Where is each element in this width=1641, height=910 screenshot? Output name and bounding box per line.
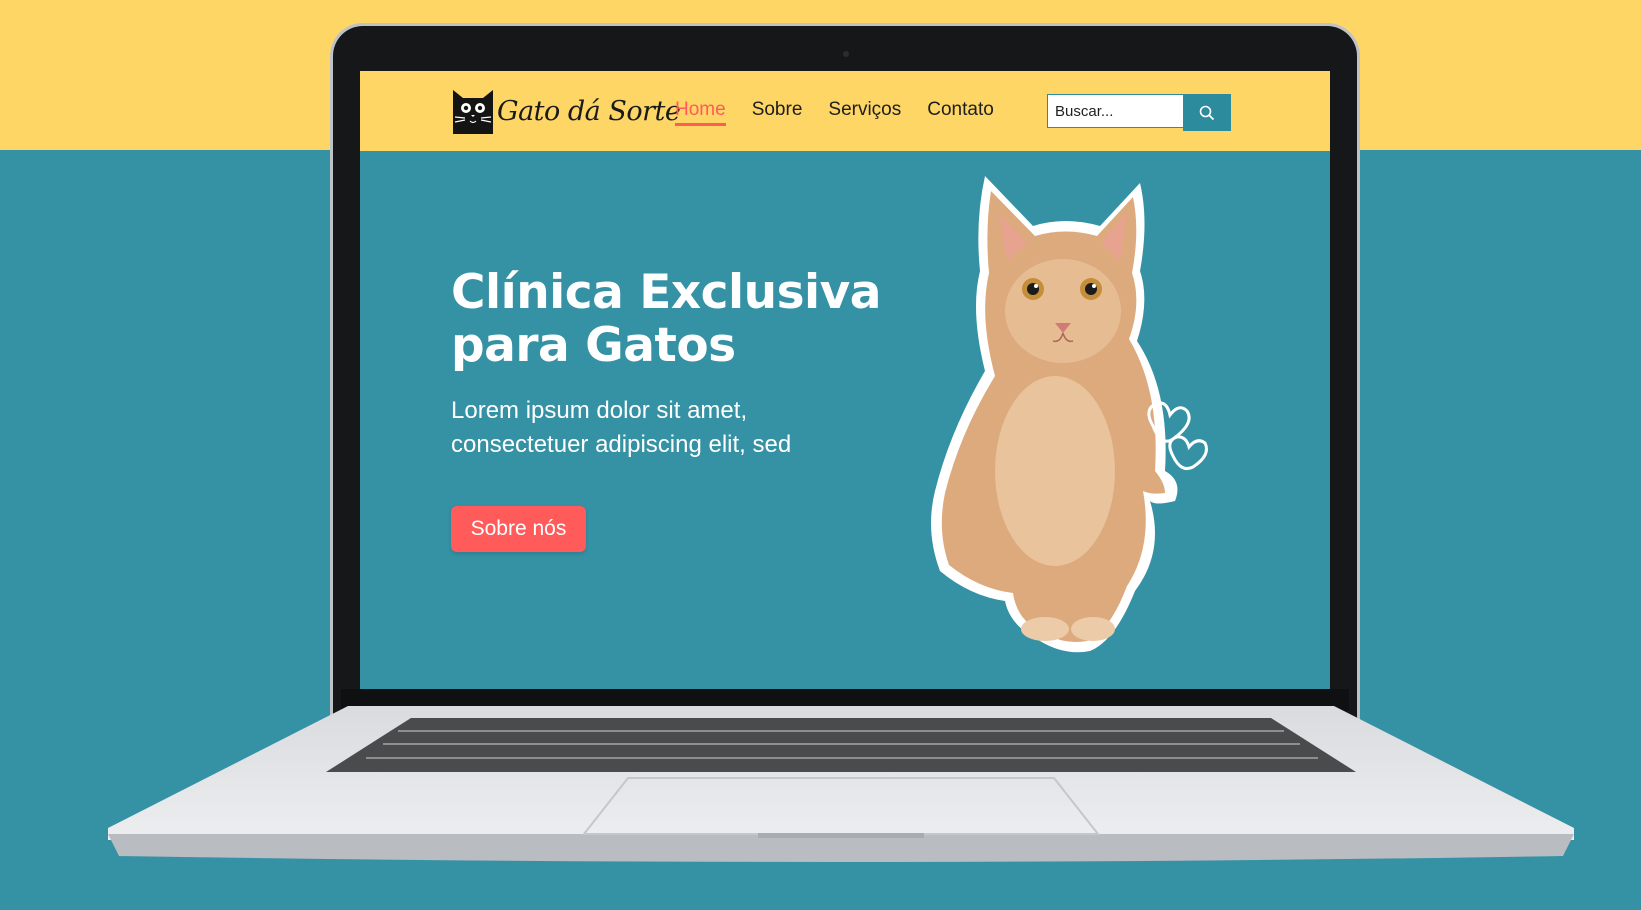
nav-item-home[interactable]: Home (675, 99, 726, 126)
cat-logo-icon (453, 90, 493, 134)
nav-item-contato[interactable]: Contato (927, 99, 994, 126)
laptop-screen: Gato dá Sorte Home Sobre Serviços Contat… (360, 71, 1330, 689)
site-logo[interactable]: Gato dá Sorte (451, 86, 681, 136)
hero-subtitle-line1: Lorem ipsum dolor sit amet, (451, 397, 748, 424)
hero-title: Clínica Exclusiva para Gatos (451, 266, 911, 372)
hero-subtitle-line2: consectetuer adipiscing elit, sed (451, 431, 792, 458)
search-input[interactable] (1047, 94, 1183, 128)
main-nav: Home Sobre Serviços Contato (675, 99, 1020, 126)
brand-name: Gato dá Sorte (497, 95, 681, 127)
search-button[interactable] (1183, 94, 1231, 131)
laptop-base-keyboard (108, 706, 1574, 862)
hero-title-line2: para Gatos (451, 318, 736, 373)
site-header: Gato dá Sorte Home Sobre Serviços Contat… (360, 71, 1330, 151)
kitten-image (931, 176, 1208, 653)
webcam-icon (843, 51, 849, 57)
nav-item-sobre[interactable]: Sobre (752, 99, 803, 126)
hero-title-line1: Clínica Exclusiva (451, 265, 882, 320)
search-icon (1199, 105, 1215, 121)
nav-item-servicos[interactable]: Serviços (828, 99, 901, 126)
about-us-button[interactable]: Sobre nós (451, 506, 586, 552)
hero-subtitle: Lorem ipsum dolor sit amet, consectetuer… (451, 394, 871, 462)
search-bar (1047, 94, 1231, 131)
